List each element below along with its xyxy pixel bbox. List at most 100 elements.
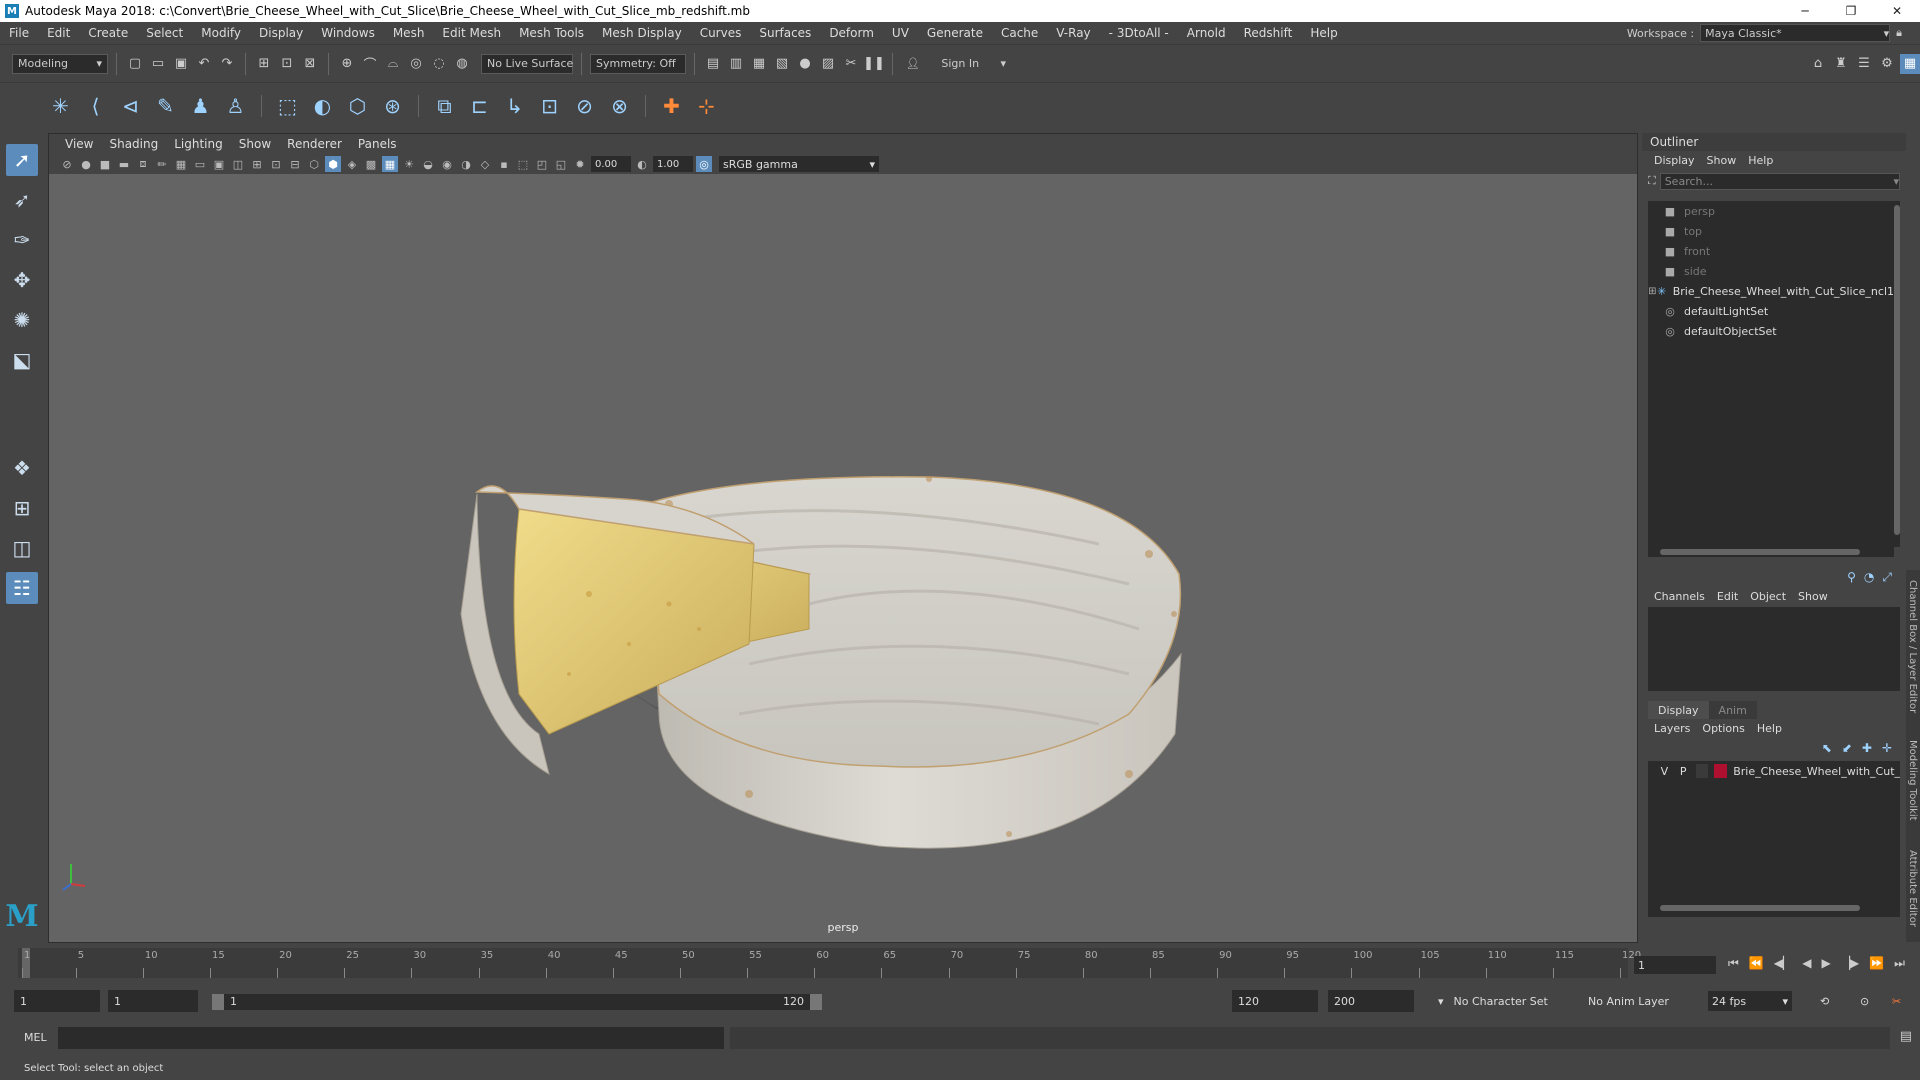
menu-surfaces[interactable]: Surfaces bbox=[750, 26, 820, 40]
depth-of-field-icon[interactable]: ◇ bbox=[477, 156, 493, 172]
smooth-shade-icon[interactable]: ⬢ bbox=[325, 156, 341, 172]
step-forward-frame-icon[interactable]: ▕▶ bbox=[1841, 956, 1859, 971]
command-input[interactable] bbox=[58, 1027, 724, 1049]
menu-modify[interactable]: Modify bbox=[192, 26, 250, 40]
range-end-handle[interactable] bbox=[810, 994, 822, 1010]
channel-box-icon[interactable]: ▦ bbox=[1900, 53, 1920, 74]
single-view-layout-icon[interactable]: ❖ bbox=[6, 452, 38, 484]
select-component-icon[interactable]: ⊠ bbox=[300, 54, 320, 74]
render-view-icon[interactable]: ▥ bbox=[726, 54, 746, 74]
save-scene-icon[interactable]: ▣ bbox=[171, 54, 191, 74]
menu-cache[interactable]: Cache bbox=[992, 26, 1047, 40]
image-plane-icon[interactable]: ▬ bbox=[116, 156, 132, 172]
viewport-menu-renderer[interactable]: Renderer bbox=[279, 137, 350, 151]
menu-generate[interactable]: Generate bbox=[918, 26, 992, 40]
menu-3dtoall[interactable]: - 3DtoAll - bbox=[1100, 26, 1178, 40]
snap-point-icon[interactable]: ⌓ bbox=[383, 54, 403, 74]
outliner-layout-icon[interactable]: ☷ bbox=[6, 572, 38, 604]
viewport-menu-show[interactable]: Show bbox=[231, 137, 279, 151]
outliner-horizontal-scrollbar[interactable] bbox=[1648, 547, 1894, 557]
lock-icon[interactable]: 🔒︎ bbox=[1896, 26, 1902, 40]
humanik-icon[interactable]: ♙ bbox=[221, 92, 250, 121]
four-view-layout-icon[interactable]: ⊞ bbox=[6, 492, 38, 524]
xray-joints-icon[interactable]: ◰ bbox=[534, 156, 550, 172]
character-set-dropdown[interactable]: ▾ No Character Set bbox=[1434, 991, 1574, 1011]
channel-menu-channels[interactable]: Channels bbox=[1648, 590, 1711, 603]
tool-settings-icon[interactable]: ⚙ bbox=[1877, 54, 1897, 74]
animation-preferences-icon[interactable]: ✂ bbox=[1888, 991, 1901, 1011]
anti-aliasing-icon[interactable]: ◑ bbox=[458, 156, 474, 172]
command-language-label[interactable]: MEL bbox=[24, 1031, 47, 1044]
current-frame-field[interactable]: 1 bbox=[1634, 956, 1716, 974]
scale-tool-icon[interactable]: ⬕ bbox=[6, 344, 38, 376]
combine-icon[interactable]: ◐ bbox=[308, 92, 337, 121]
step-forward-key-icon[interactable]: ⏩ bbox=[1869, 956, 1884, 971]
outliner-item-persp[interactable]: ■ persp bbox=[1648, 201, 1894, 221]
hypershade-icon[interactable]: ● bbox=[795, 54, 815, 74]
workspace-dropdown[interactable]: Maya Classic* ▾ bbox=[1700, 24, 1891, 42]
field-chart-icon[interactable]: ⊞ bbox=[249, 156, 265, 172]
new-scene-icon[interactable]: ▢ bbox=[125, 54, 145, 74]
minimize-button[interactable]: ─ bbox=[1782, 0, 1828, 22]
grid-icon[interactable]: ▦ bbox=[173, 156, 189, 172]
play-backwards-icon[interactable]: ◀ bbox=[1802, 956, 1811, 971]
outliner-item-default-light-set[interactable]: ◎ defaultLightSet bbox=[1648, 301, 1894, 321]
tab-attribute-editor[interactable]: Attribute Editor bbox=[1907, 850, 1918, 927]
close-button[interactable]: ✕ bbox=[1874, 0, 1920, 22]
2d-pan-zoom-icon[interactable]: ⧈ bbox=[135, 156, 151, 172]
wireframe-on-shaded-icon[interactable]: ◈ bbox=[344, 156, 360, 172]
menu-create[interactable]: Create bbox=[79, 26, 137, 40]
outliner-item-front[interactable]: ■ front bbox=[1648, 241, 1894, 261]
sculpt-icon[interactable]: ♟ bbox=[186, 92, 215, 121]
menu-mesh-display[interactable]: Mesh Display bbox=[593, 26, 691, 40]
gamma-field[interactable]: 1.00 bbox=[653, 156, 693, 172]
resolution-gate-icon[interactable]: ▣ bbox=[211, 156, 227, 172]
redo-icon[interactable]: ↷ bbox=[217, 54, 237, 74]
move-tool-icon[interactable]: ✥ bbox=[6, 264, 38, 296]
multi-cut-icon[interactable]: ↳ bbox=[500, 92, 529, 121]
ipr-render-icon[interactable]: ▦ bbox=[749, 54, 769, 74]
create-polygon-icon[interactable]: ✳ bbox=[46, 92, 75, 121]
camera-attributes-icon[interactable]: ● bbox=[78, 156, 94, 172]
live-surface-field[interactable]: No Live Surface bbox=[481, 53, 573, 74]
color-space-dropdown[interactable]: sRGB gamma ▾ bbox=[719, 156, 879, 172]
viewport-menu-shading[interactable]: Shading bbox=[101, 137, 166, 151]
undo-icon[interactable]: ↶ bbox=[194, 54, 214, 74]
menu-windows[interactable]: Windows bbox=[312, 26, 384, 40]
tab-modeling-toolkit[interactable]: Modeling Toolkit bbox=[1907, 740, 1918, 821]
two-view-layout-icon[interactable]: ◫ bbox=[6, 532, 38, 564]
step-back-frame-icon[interactable]: ◀▏ bbox=[1774, 956, 1792, 971]
outliner-menu-help[interactable]: Help bbox=[1742, 154, 1779, 167]
move-layer-up-icon[interactable]: ⬉ bbox=[1822, 741, 1832, 755]
menu-curves[interactable]: Curves bbox=[691, 26, 751, 40]
layer-color-swatch[interactable] bbox=[1714, 764, 1728, 778]
layer-menu-help[interactable]: Help bbox=[1751, 722, 1788, 735]
select-hierarchy-icon[interactable]: ⊞ bbox=[254, 54, 274, 74]
viewport-menu-panels[interactable]: Panels bbox=[350, 137, 405, 151]
tab-anim[interactable]: Anim bbox=[1708, 701, 1757, 719]
layer-menu-layers[interactable]: Layers bbox=[1648, 722, 1696, 735]
menu-arnold[interactable]: Arnold bbox=[1178, 26, 1235, 40]
textured-icon[interactable]: ▩ bbox=[363, 156, 379, 172]
menu-mesh[interactable]: Mesh bbox=[384, 26, 434, 40]
open-scene-icon[interactable]: ▭ bbox=[148, 54, 168, 74]
sign-in-dropdown[interactable]: 👤︎ Sign In ▾ bbox=[901, 53, 1011, 74]
create-cube-icon[interactable]: ⬚ bbox=[273, 92, 302, 121]
rotate-tool-icon[interactable]: ✺ bbox=[6, 304, 38, 336]
range-start-handle[interactable] bbox=[212, 994, 224, 1010]
pause-icon[interactable]: ❚❚ bbox=[863, 54, 885, 74]
layer-visibility-toggle[interactable]: V bbox=[1658, 765, 1671, 778]
bookmarks-icon[interactable]: ■ bbox=[97, 156, 113, 172]
channel-menu-object[interactable]: Object bbox=[1744, 590, 1792, 603]
center-pivot-icon[interactable]: ✚ bbox=[657, 92, 686, 121]
animation-end-field[interactable]: 200 bbox=[1328, 990, 1414, 1012]
outliner-item-default-object-set[interactable]: ◎ defaultObjectSet bbox=[1648, 321, 1894, 341]
gate-mask-icon[interactable]: ◫ bbox=[230, 156, 246, 172]
playback-end-field[interactable]: 120 bbox=[1232, 990, 1318, 1012]
bridge-icon[interactable]: ⊏ bbox=[465, 92, 494, 121]
select-camera-icon[interactable]: ⊘ bbox=[59, 156, 75, 172]
outliner-menu-show[interactable]: Show bbox=[1701, 154, 1743, 167]
perspective-viewport[interactable]: View Shading Lighting Show Renderer Pane… bbox=[48, 133, 1638, 943]
shadows-icon[interactable]: ☀ bbox=[401, 156, 417, 172]
outliner-vertical-scrollbar[interactable] bbox=[1894, 201, 1900, 547]
